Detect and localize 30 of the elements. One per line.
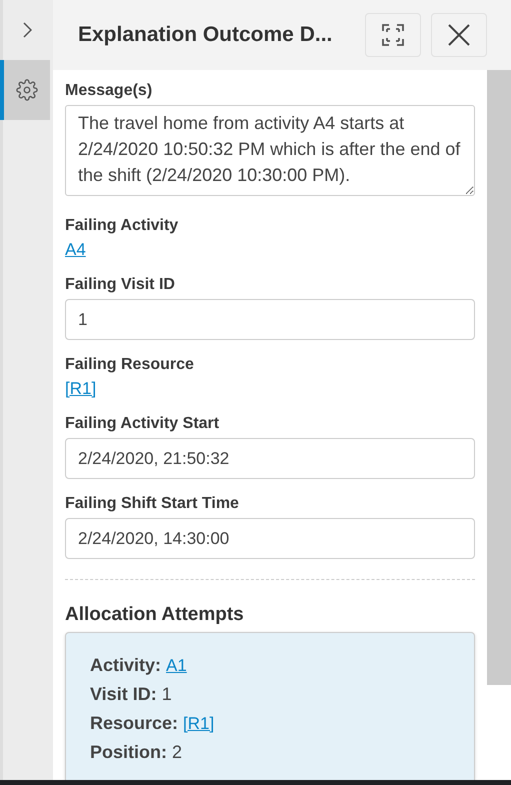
attempt-link[interactable]: A1 — [166, 651, 187, 680]
input-field[interactable]: 2/24/2020, 14:30:00 — [65, 518, 475, 559]
field-label: Failing Resource — [65, 356, 195, 374]
settings-icon — [16, 79, 38, 101]
field-label: Failing Visit ID — [65, 276, 176, 294]
field-label: Failing Activity — [65, 217, 180, 235]
field-link[interactable]: A4 — [65, 240, 86, 259]
section-title: Allocation Attempts — [65, 604, 245, 626]
input-field[interactable]: 2/24/2020, 21:50:32 — [65, 438, 475, 479]
panel-title: Explanation Outcome D... — [78, 23, 334, 47]
field-label: Message(s) — [65, 82, 154, 100]
message-field[interactable]: The travel home from activity A4 starts at 2/24/2020 10:50:32 PM which is after the end of the shift (2/24/2020 10:30:00 PM). — [65, 105, 475, 196]
field-label: Failing Shift Start Time — [65, 495, 240, 513]
settings-tab[interactable] — [0, 60, 50, 120]
field-link[interactable]: [R1] — [65, 379, 96, 398]
attempt-link[interactable]: [R1] — [183, 709, 214, 738]
attempt-label: Activity: — [90, 654, 162, 677]
fullscreen-icon — [380, 22, 406, 48]
attempt-label: Position: — [90, 741, 167, 764]
attempt-label: Visit ID: — [90, 683, 157, 706]
fullscreen-button[interactable] — [365, 13, 421, 57]
chevron-right-icon — [22, 22, 32, 38]
attempt-label: Resource: — [90, 712, 178, 735]
close-button[interactable] — [431, 13, 487, 57]
attempt-value: 1 — [162, 683, 172, 706]
field-label: Failing Activity Start — [65, 415, 220, 433]
close-icon — [447, 23, 471, 47]
scrollbar-thumb[interactable] — [487, 70, 511, 685]
input-field[interactable]: 1 — [65, 299, 475, 340]
attempt-value: 2 — [172, 741, 182, 764]
